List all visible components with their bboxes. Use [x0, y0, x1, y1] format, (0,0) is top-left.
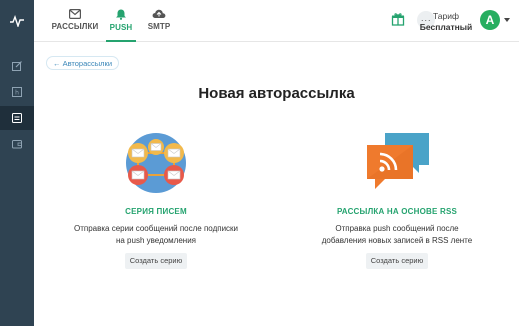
svg-text:h: h [15, 90, 19, 97]
html-icon: h [12, 87, 22, 97]
sidebar-item-editor[interactable] [0, 54, 34, 78]
envelope-icon [69, 9, 81, 19]
tab-smtp[interactable]: SMTP [144, 0, 174, 42]
tab-push[interactable]: PUSH [106, 0, 136, 42]
edit-icon [12, 61, 22, 71]
card-description: Отправка push сообщений после добавления… [277, 223, 517, 247]
wallet-icon [12, 140, 22, 149]
create-rss-series-button[interactable]: Создать серию [365, 253, 429, 269]
top-bar: РАССЫЛКИ PUSH SMTP ··· Тариф Бесплатный … [34, 0, 519, 42]
card-description-line: Отправка серии сообщений после подписки [73, 224, 239, 233]
avatar[interactable]: A [480, 10, 500, 30]
create-series-button[interactable]: Создать серию [124, 253, 188, 269]
rss-card: РАССЫЛКА НА ОСНОВЕ RSS Отправка push соо… [277, 127, 517, 269]
main-content: ← Авторассылки Новая авторассылка СЕРИЯ … [34, 43, 519, 326]
chevron-down-icon[interactable] [504, 18, 510, 22]
tab-label: SMTP [147, 22, 171, 31]
autoresponder-icon [12, 113, 22, 123]
sidebar-item-html[interactable]: h [0, 80, 34, 104]
page-title: Новая авторассылка [198, 85, 355, 102]
bell-icon [116, 9, 126, 20]
tab-campaigns[interactable]: РАССЫЛКИ [50, 0, 100, 42]
tab-label: PUSH [109, 23, 133, 32]
email-series-icon [126, 133, 186, 193]
sidebar-item-autoresponders[interactable] [0, 106, 34, 130]
series-card: СЕРИЯ ПИСЕМ Отправка серии сообщений пос… [36, 127, 276, 269]
active-tab-indicator [106, 40, 136, 42]
pulse-icon[interactable] [0, 0, 34, 42]
sidebar-item-wallet[interactable] [0, 132, 34, 156]
card-description-line: Отправка push сообщений после [335, 224, 459, 233]
tariff-title: Тариф [432, 11, 459, 21]
cloud-upload-icon [152, 9, 166, 18]
card-description: Отправка серии сообщений после подписки … [36, 223, 276, 247]
card-description-line: на push уведомления [115, 236, 197, 245]
back-to-autoresponders-button[interactable]: ← Авторассылки [46, 56, 120, 70]
tariff-plan: Бесплатный [419, 22, 473, 32]
tab-label: РАССЫЛКИ [51, 22, 99, 31]
gift-icon[interactable] [391, 12, 405, 26]
tariff-info[interactable]: Тариф Бесплатный [412, 11, 480, 32]
card-title: СЕРИЯ ПИСЕМ [125, 207, 187, 216]
sidebar: h [0, 0, 34, 326]
rss-chat-icon [367, 133, 429, 189]
card-title: РАССЫЛКА НА ОСНОВЕ RSS [336, 207, 458, 216]
card-description-line: добавления новых записей в RSS ленте [321, 236, 473, 245]
